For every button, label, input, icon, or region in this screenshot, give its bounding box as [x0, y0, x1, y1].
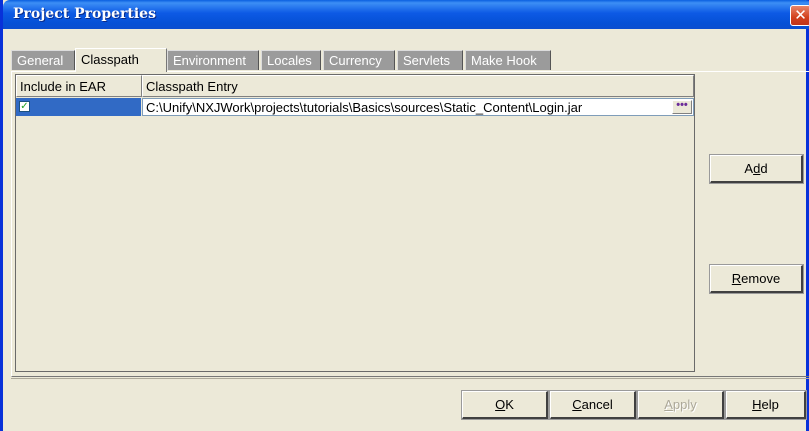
- close-button[interactable]: ✕: [790, 5, 809, 26]
- tab-general[interactable]: General: [11, 50, 75, 70]
- ellipsis-icon: •••: [676, 99, 688, 111]
- add-button[interactable]: Add: [709, 154, 804, 184]
- cancel-button-label-end: ancel: [581, 397, 613, 412]
- include-in-ear-checkbox[interactable]: ✓: [19, 101, 30, 112]
- remove-button-label-end: emove: [741, 271, 781, 286]
- checkmark-icon: ✓: [20, 101, 29, 112]
- tab-make-hook[interactable]: Make Hook: [465, 50, 551, 70]
- add-button-label-start: A: [744, 161, 754, 176]
- remove-button-mnemonic: R: [731, 271, 742, 286]
- tab-locales[interactable]: Locales: [261, 50, 321, 70]
- ok-button[interactable]: OK: [461, 390, 549, 420]
- apply-button-label-end: pply: [672, 397, 697, 412]
- add-button-label-end: d: [760, 161, 768, 176]
- remove-button[interactable]: Remove: [709, 264, 804, 294]
- help-button-mnemonic: H: [752, 397, 762, 412]
- ok-button-mnemonic: O: [495, 397, 506, 412]
- project-properties-dialog: Project Properties ✕ General Environment…: [0, 0, 809, 431]
- classpath-entry-field[interactable]: C:\Unify\NXJWork\projects\tutorials\Basi…: [142, 98, 694, 116]
- include-in-ear-cell[interactable]: ✓: [16, 98, 141, 116]
- help-button-label-end: elp: [761, 397, 779, 412]
- table-header: Include in EAR Classpath Entry: [16, 75, 694, 97]
- title-bar[interactable]: Project Properties ✕: [3, 0, 809, 29]
- cancel-button-mnemonic: C: [572, 397, 582, 412]
- ok-button-label-end: K: [505, 397, 514, 412]
- classpath-table[interactable]: Include in EAR Classpath Entry ✓ C:\Unif…: [15, 74, 695, 372]
- column-header-classpath-entry[interactable]: Classpath Entry: [142, 75, 694, 97]
- tab-servlets[interactable]: Servlets: [397, 50, 463, 70]
- tab-classpath[interactable]: Classpath: [75, 48, 167, 72]
- footer-separator: [11, 378, 809, 379]
- help-button[interactable]: Help: [725, 390, 807, 420]
- cancel-button[interactable]: Cancel: [549, 390, 637, 420]
- apply-button[interactable]: Apply: [637, 390, 725, 420]
- tab-environment[interactable]: Environment: [167, 50, 259, 70]
- close-icon: ✕: [794, 6, 807, 24]
- column-header-include-in-ear[interactable]: Include in EAR: [16, 75, 142, 97]
- classpath-entry-value: C:\Unify\NXJWork\projects\tutorials\Basi…: [146, 100, 583, 115]
- tab-currency[interactable]: Currency: [323, 50, 395, 70]
- apply-button-mnemonic: A: [664, 397, 673, 412]
- browse-button[interactable]: •••: [672, 100, 692, 114]
- window-title: Project Properties: [13, 6, 156, 22]
- table-row[interactable]: ✓ C:\Unify\NXJWork\projects\tutorials\Ba…: [16, 98, 694, 116]
